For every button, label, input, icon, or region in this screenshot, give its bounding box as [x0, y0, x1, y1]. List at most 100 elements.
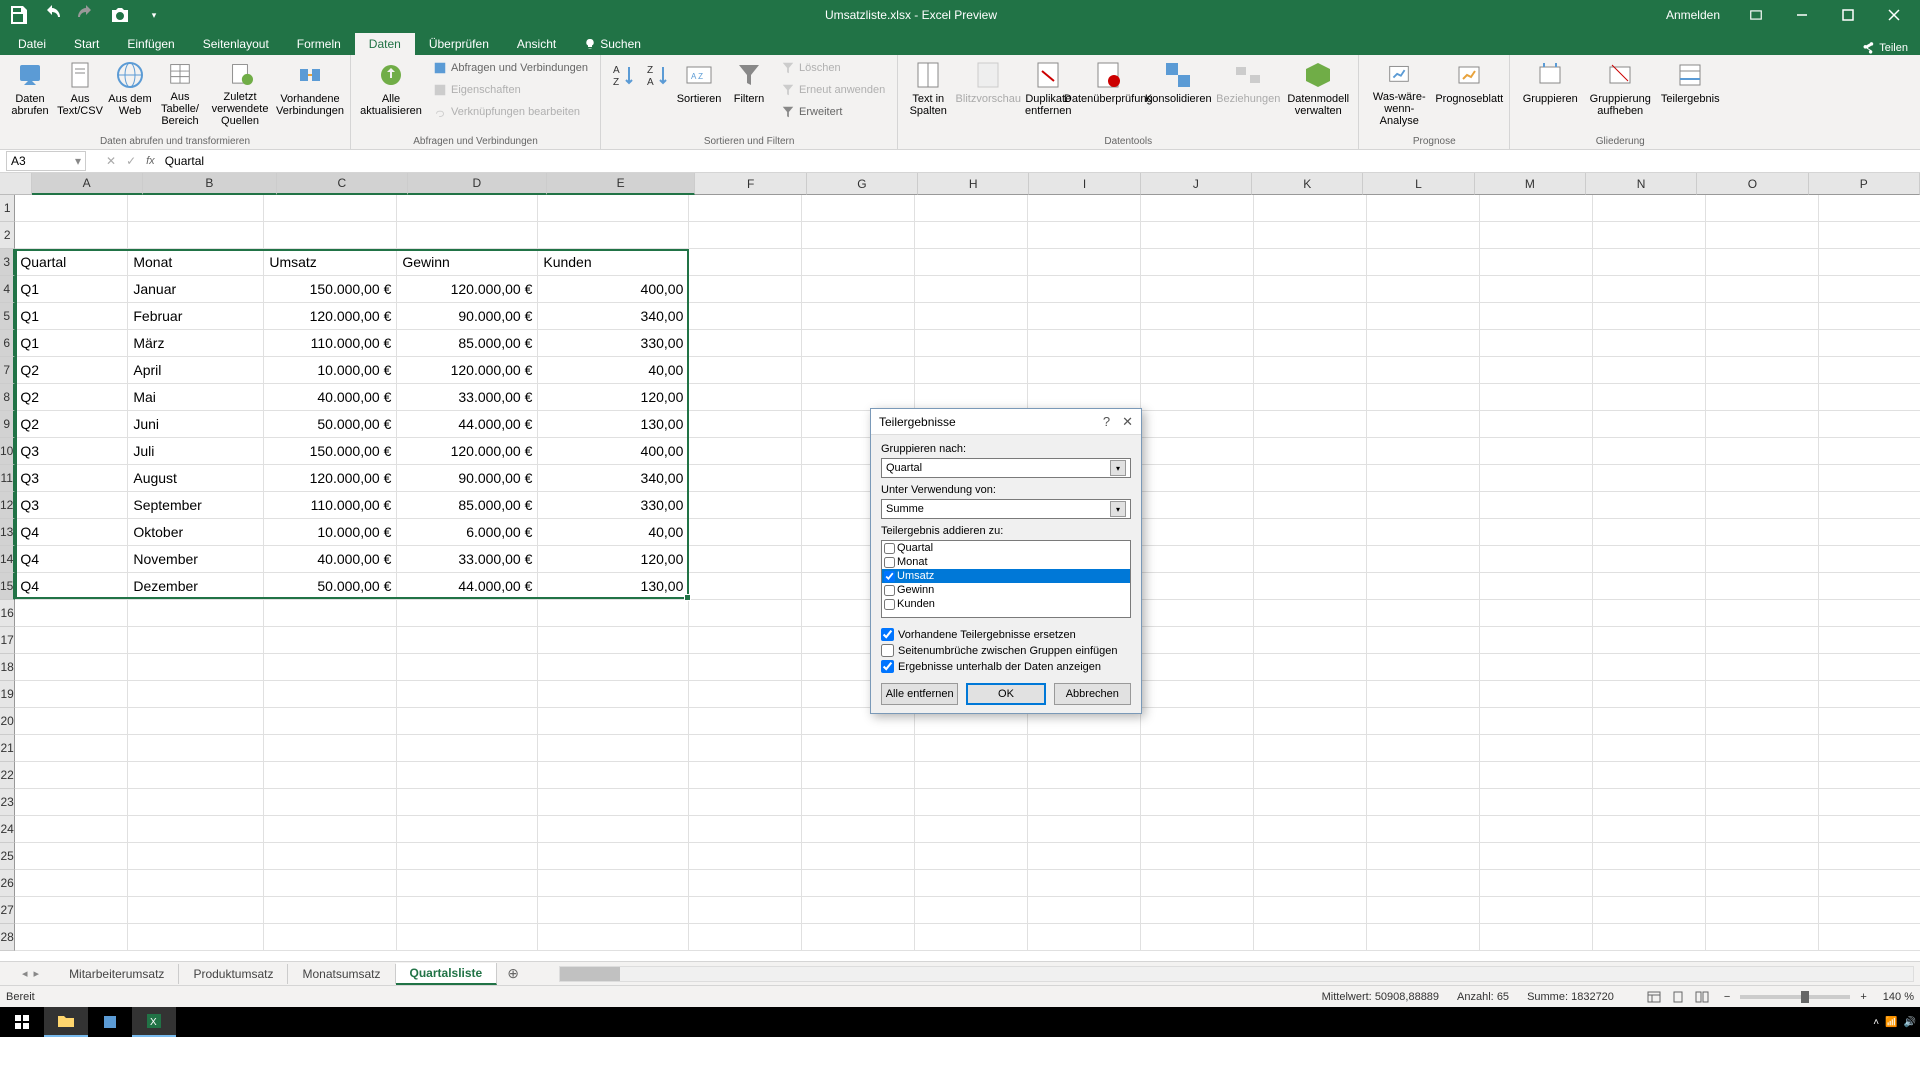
cell[interactable]: Quartal: [15, 249, 128, 276]
cell[interactable]: [264, 924, 397, 951]
cell[interactable]: [538, 897, 689, 924]
row-header[interactable]: 22: [0, 762, 15, 789]
cell[interactable]: [264, 222, 397, 249]
cell[interactable]: [689, 735, 802, 762]
cell[interactable]: [15, 195, 128, 222]
cell[interactable]: [264, 600, 397, 627]
column-header[interactable]: B: [143, 173, 277, 195]
cell[interactable]: [128, 195, 264, 222]
row-header[interactable]: 16: [0, 600, 15, 627]
cell[interactable]: [1819, 357, 1920, 384]
cell[interactable]: [1480, 897, 1593, 924]
cell[interactable]: [1254, 222, 1367, 249]
cell[interactable]: [1254, 627, 1367, 654]
chevron-down-icon[interactable]: ▾: [75, 154, 81, 168]
taskbar-excel[interactable]: X: [132, 1007, 176, 1037]
dialog-titlebar[interactable]: Teilergebnisse ? ✕: [871, 409, 1141, 435]
cell[interactable]: [1706, 681, 1819, 708]
cell[interactable]: [1593, 519, 1706, 546]
tab-datei[interactable]: Datei: [4, 33, 60, 55]
cell[interactable]: [1028, 384, 1141, 411]
cell[interactable]: [689, 681, 802, 708]
cell[interactable]: [1706, 519, 1819, 546]
cell[interactable]: [1480, 357, 1593, 384]
row-header[interactable]: 10: [0, 438, 15, 465]
cell[interactable]: [689, 492, 802, 519]
cell[interactable]: [397, 870, 538, 897]
cell[interactable]: [1028, 762, 1141, 789]
cell[interactable]: [1593, 681, 1706, 708]
cell[interactable]: [1141, 519, 1254, 546]
cell[interactable]: [1141, 465, 1254, 492]
cell[interactable]: [538, 195, 689, 222]
group-by-select[interactable]: Quartal ▾: [881, 458, 1131, 478]
cell[interactable]: [15, 654, 128, 681]
cell[interactable]: [538, 843, 689, 870]
cell[interactable]: [1254, 276, 1367, 303]
cell[interactable]: [689, 438, 802, 465]
cell[interactable]: [915, 735, 1028, 762]
formula-input[interactable]: Quartal: [165, 154, 1920, 168]
cell[interactable]: [1367, 762, 1480, 789]
tray-volume-icon[interactable]: 🔊: [1904, 1017, 1916, 1028]
cell[interactable]: [397, 843, 538, 870]
cell[interactable]: [689, 357, 802, 384]
name-box[interactable]: A3 ▾: [6, 151, 86, 171]
cell[interactable]: [1480, 843, 1593, 870]
cell[interactable]: [689, 330, 802, 357]
group-button[interactable]: Gruppieren: [1516, 57, 1584, 129]
cell[interactable]: [1480, 519, 1593, 546]
cell[interactable]: [915, 384, 1028, 411]
cell[interactable]: [689, 303, 802, 330]
cell[interactable]: [1254, 573, 1367, 600]
login-button[interactable]: Anmelden: [1654, 0, 1732, 30]
cell[interactable]: [1706, 735, 1819, 762]
cell[interactable]: [1480, 735, 1593, 762]
cell[interactable]: Oktober: [128, 519, 264, 546]
cell[interactable]: [264, 627, 397, 654]
cell[interactable]: [264, 789, 397, 816]
cell[interactable]: [689, 897, 802, 924]
cell[interactable]: [1141, 600, 1254, 627]
cell[interactable]: 400,00: [538, 438, 689, 465]
cell[interactable]: [538, 708, 689, 735]
cell[interactable]: [1028, 897, 1141, 924]
column-header[interactable]: K: [1252, 173, 1363, 195]
cell[interactable]: 85.000,00 €: [397, 492, 538, 519]
properties-button[interactable]: Eigenschaften: [427, 79, 594, 101]
cell[interactable]: [1367, 465, 1480, 492]
row-header[interactable]: 20: [0, 708, 15, 735]
cell[interactable]: [1141, 249, 1254, 276]
cell[interactable]: [1593, 195, 1706, 222]
cell[interactable]: [1367, 438, 1480, 465]
cell[interactable]: [1141, 195, 1254, 222]
row-header[interactable]: 28: [0, 924, 15, 951]
cell[interactable]: [1819, 600, 1920, 627]
cell[interactable]: [802, 789, 915, 816]
cell[interactable]: [689, 276, 802, 303]
cell[interactable]: [1141, 222, 1254, 249]
get-data-button[interactable]: Daten abrufen: [6, 57, 54, 129]
cell[interactable]: 110.000,00 €: [264, 492, 397, 519]
reapply-button[interactable]: Erneut anwenden: [775, 79, 891, 101]
cell[interactable]: [1819, 843, 1920, 870]
sheet-tab-mitarbeiter[interactable]: Mitarbeiterumsatz: [55, 964, 179, 984]
cell[interactable]: [1819, 897, 1920, 924]
cell[interactable]: [1028, 924, 1141, 951]
cell[interactable]: 340,00: [538, 465, 689, 492]
redo-icon[interactable]: [72, 3, 100, 27]
cell[interactable]: [1480, 762, 1593, 789]
ungroup-button[interactable]: Gruppierung aufheben: [1586, 57, 1654, 129]
cell[interactable]: 44.000,00 €: [397, 573, 538, 600]
page-layout-view-icon[interactable]: [1668, 989, 1688, 1005]
cell[interactable]: [1593, 924, 1706, 951]
cell[interactable]: [1593, 384, 1706, 411]
row-header[interactable]: 25: [0, 843, 15, 870]
cell[interactable]: [397, 222, 538, 249]
cell[interactable]: [1480, 627, 1593, 654]
cell[interactable]: Dezember: [128, 573, 264, 600]
cell[interactable]: [802, 762, 915, 789]
cell[interactable]: [1254, 519, 1367, 546]
cell[interactable]: [264, 843, 397, 870]
cell[interactable]: [1141, 573, 1254, 600]
